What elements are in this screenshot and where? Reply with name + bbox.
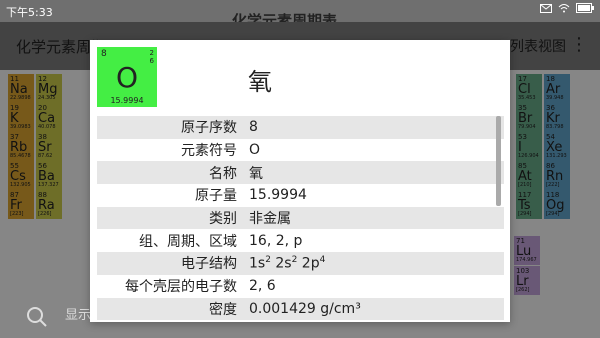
- battery-icon: [576, 3, 594, 16]
- property-row: 每个壳层的电子数 2, 6: [97, 274, 504, 298]
- property-row: 元素符号 O: [97, 138, 504, 162]
- config-exponent: 2: [291, 255, 298, 266]
- element-detail-dialog: 8 2 6 O 15.9994 氧 原子序数 8 元素符号 O 名称氧原子量 15.999…: [90, 40, 510, 322]
- element-name-title: 氧: [248, 68, 272, 96]
- property-value: O: [249, 142, 261, 159]
- property-value: 1s2 2s2 2p4: [243, 255, 325, 272]
- property-row: 类别 非金属: [97, 206, 504, 230]
- property-row: 密度 0.001429 g/cm³: [97, 297, 504, 321]
- property-label: 电子结构: [181, 256, 237, 273]
- config-exponent: 4: [319, 255, 326, 266]
- property-value: 8: [249, 119, 258, 136]
- property-label: 组、周期、区域: [139, 233, 237, 250]
- status-icons: [540, 3, 594, 16]
- search-icon[interactable]: [26, 306, 48, 332]
- scrollbar[interactable]: [496, 116, 501, 206]
- config-term: 2s: [275, 255, 292, 272]
- config-term: 2p: [301, 255, 320, 272]
- badge-symbol: O: [115, 61, 139, 94]
- status-time: 下午5:33: [6, 6, 53, 19]
- property-label: 密度: [209, 301, 237, 318]
- badge-mass: 15.9994: [110, 96, 144, 105]
- property-label: 名称: [209, 165, 237, 182]
- property-value: 2, 6: [249, 278, 276, 295]
- property-row: 原子序数 8: [97, 116, 504, 139]
- badge-atomic-number: 8: [101, 49, 107, 59]
- display-label: 显示: [65, 308, 92, 323]
- config-exponent: 2: [265, 255, 271, 266]
- property-row: 组、周期、区域 16, 2, p: [97, 229, 504, 253]
- property-label: 原子量: [195, 188, 237, 205]
- properties-table[interactable]: 原子序数 8 元素符号 O 名称氧原子量 15.9994 类别 非金属 组、周期、区域 16, 2…: [97, 116, 504, 321]
- mail-icon: [540, 3, 552, 16]
- property-label: 每个壳层的电子数: [125, 279, 237, 296]
- property-value: 非金属: [249, 211, 291, 228]
- property-label: 类别: [209, 211, 237, 228]
- element-badge: 8 2 6 O 15.9994: [97, 47, 157, 107]
- property-label: 原子序数: [181, 120, 237, 137]
- property-value: 16, 2, p: [249, 232, 303, 249]
- property-value: 氧: [249, 165, 263, 182]
- property-row: 原子量 15.9994: [97, 184, 504, 207]
- property-value: 15.9994: [249, 187, 307, 204]
- config-term: 1s: [249, 255, 266, 272]
- status-bar: 下午5:33 化学元素周期表: [0, 0, 600, 30]
- property-value: 0.001429 g/cm³: [249, 300, 361, 317]
- wifi-icon: [558, 3, 570, 16]
- property-row: 电子结构 1s2 2s2 2p4: [97, 252, 504, 275]
- property-row: 名称氧: [97, 161, 504, 185]
- badge-shell-1: 2: [149, 49, 154, 57]
- property-label: 元素符号: [181, 143, 237, 160]
